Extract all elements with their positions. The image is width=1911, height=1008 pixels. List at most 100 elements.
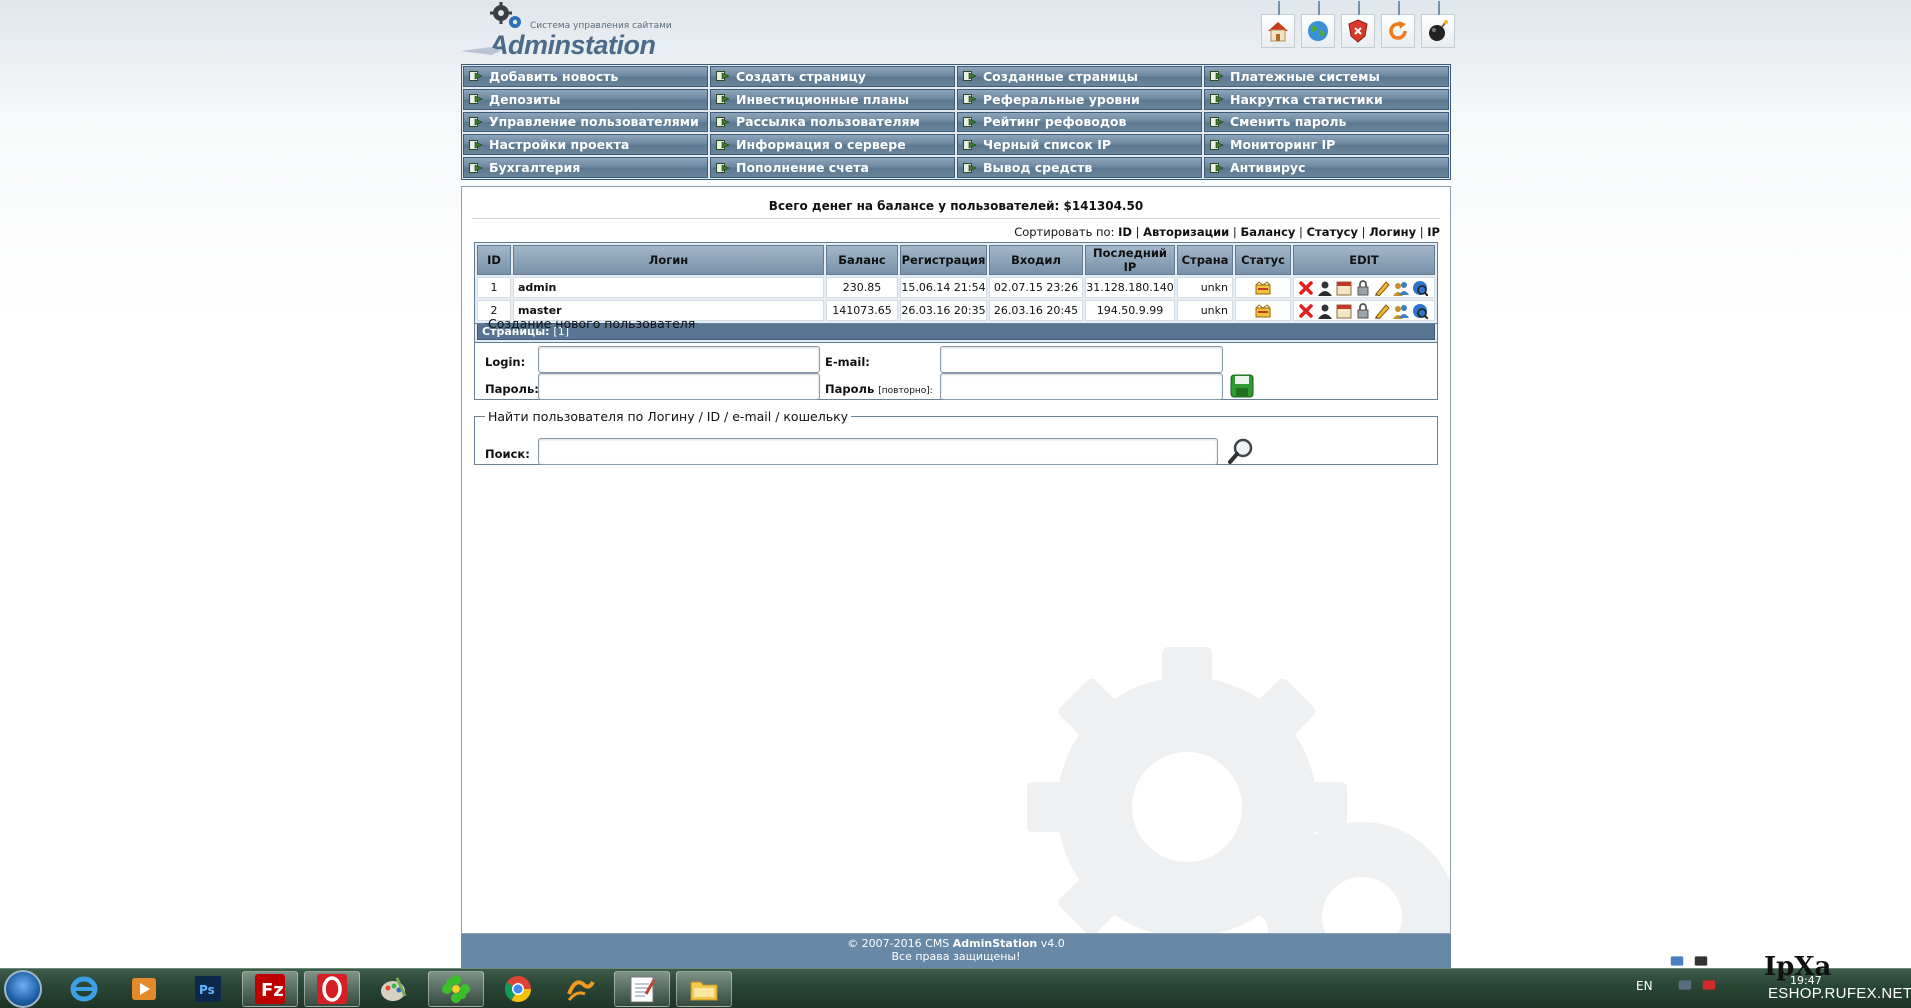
email-input[interactable] (940, 346, 1223, 373)
create-user-form: Создание нового пользователя Login: E-ma… (474, 316, 1438, 400)
password-repeat-text: Пароль (825, 382, 875, 396)
home-icon[interactable] (1261, 1, 1295, 48)
footer-rights: Все права защищены! (891, 950, 1021, 963)
sort-by-balance[interactable]: Балансу (1240, 225, 1295, 239)
menu-item[interactable]: Черный список IP (957, 134, 1202, 156)
arrow-right-icon (1210, 71, 1224, 82)
menu-item[interactable]: Депозиты (463, 88, 708, 110)
tray-monitor-icon[interactable] (1678, 979, 1692, 991)
users-icon[interactable] (1393, 280, 1409, 296)
menu-item[interactable]: Информация о сервере (710, 134, 955, 156)
photoshop-icon[interactable]: Ps (180, 971, 236, 1007)
sort-by-ip[interactable]: IP (1427, 225, 1440, 239)
logo[interactable]: Система управления сайтами Adminstation (461, 0, 681, 60)
content-panel: Всего денег на балансе у пользователей: … (461, 186, 1451, 934)
explorer-folder-icon[interactable] (676, 971, 732, 1007)
paint-icon[interactable] (366, 971, 422, 1007)
pencil-icon[interactable] (1374, 280, 1390, 296)
notepad-icon[interactable] (614, 971, 670, 1007)
arrow-right-icon (1210, 116, 1224, 127)
menu-item[interactable]: Инвестиционные планы (710, 88, 955, 110)
menu-item[interactable]: Настройки проекта (463, 134, 708, 156)
media-player-icon[interactable] (116, 971, 172, 1007)
menu-item[interactable]: Накрутка статистики (1204, 88, 1449, 110)
cell-last-login: 02.07.15 23:26 (989, 277, 1083, 298)
search-icon[interactable] (1227, 437, 1255, 465)
sort-by-login[interactable]: Логину (1369, 225, 1416, 239)
menu-item[interactable]: Антивирус (1204, 157, 1449, 178)
sort-by-id[interactable]: ID (1118, 225, 1132, 239)
arrow-right-icon (716, 71, 730, 82)
language-indicator[interactable]: EN (1636, 979, 1653, 993)
icq-icon[interactable] (428, 971, 484, 1007)
cell-login[interactable]: admin (513, 277, 824, 298)
menu-item[interactable]: Рейтинг рефоводов (957, 111, 1202, 133)
menu-item[interactable]: Добавить новость (463, 66, 708, 87)
menu-item-label: Депозиты (489, 91, 561, 107)
save-icon[interactable] (1230, 374, 1254, 398)
cell-balance: 230.85 (826, 277, 898, 298)
menu-item-label: Сменить пароль (1230, 114, 1347, 130)
menu-item[interactable]: Рассылка пользователям (710, 111, 955, 133)
calendar-icon[interactable] (1336, 280, 1352, 296)
sort-by-auth[interactable]: Авторизации (1143, 225, 1229, 239)
menu-item[interactable]: Мониторинг IP (1204, 134, 1449, 156)
menu-item[interactable]: Бухгалтерия (463, 157, 708, 178)
cell-id: 1 (477, 277, 511, 298)
login-input[interactable] (538, 346, 820, 373)
search-input[interactable] (538, 438, 1218, 465)
cell-registered: 15.06.14 21:54 (900, 277, 987, 298)
menu-item[interactable]: Вывод средств (957, 157, 1202, 178)
menu-item-label: Вывод средств (983, 160, 1093, 176)
chrome-icon[interactable] (490, 971, 546, 1007)
password-repeat-input[interactable] (940, 373, 1223, 400)
menu-item-label: Мониторинг IP (1230, 137, 1336, 153)
tray-network-icon[interactable] (1670, 955, 1684, 967)
taskbar: Ps Fz EN 19:47 (0, 956, 1911, 1008)
search-label: Поиск: (485, 447, 530, 461)
arrow-right-icon (716, 94, 730, 105)
menu-item-label: Рейтинг рефоводов (983, 114, 1127, 130)
footer: © 2007-2016 CMS AdminStation v4.0 Все пр… (461, 934, 1451, 968)
sort-by-status[interactable]: Статусу (1307, 225, 1358, 239)
refresh-icon[interactable] (1381, 1, 1415, 48)
start-button[interactable] (4, 970, 42, 1008)
divider (472, 218, 1440, 219)
footer-copyright: © 2007-2016 CMS AdminStation v4.0 (461, 937, 1451, 950)
menu-item[interactable]: Управление пользователями (463, 111, 708, 133)
menu-item[interactable]: Реферальные уровни (957, 88, 1202, 110)
shield-icon[interactable] (1341, 1, 1375, 48)
arrow-right-icon (469, 116, 483, 127)
menu-item[interactable]: Пополнение счета (710, 157, 955, 178)
internet-explorer-icon[interactable] (56, 971, 112, 1007)
opera-icon[interactable] (304, 971, 360, 1007)
menu-item-label: Накрутка статистики (1230, 91, 1383, 107)
menu-item[interactable]: Созданные страницы (957, 66, 1202, 87)
password-label: Пароль: (485, 382, 539, 396)
tray-app-icon[interactable] (1694, 955, 1708, 967)
menu-item-label: Созданные страницы (983, 68, 1138, 84)
arrow-right-icon (1210, 162, 1224, 173)
menu-item[interactable]: Платежные системы (1204, 66, 1449, 87)
ip-globe-icon[interactable] (1412, 280, 1428, 296)
tray-alert-icon[interactable] (1702, 979, 1716, 991)
lock-icon[interactable] (1355, 279, 1371, 296)
menu-item-label: Бухгалтерия (489, 160, 581, 176)
password-repeat-label: Пароль [повторно]: (825, 382, 933, 396)
winamp-icon[interactable] (552, 971, 608, 1007)
total-balance: Всего денег на балансе у пользователей: … (768, 199, 1144, 213)
delete-icon[interactable] (1298, 280, 1314, 296)
menu-item[interactable]: Сменить пароль (1204, 111, 1449, 133)
footer-product: AdminStation (952, 937, 1038, 950)
email-label: E-mail: (825, 355, 870, 369)
arrow-right-icon (716, 139, 730, 150)
menu-item-label: Реферальные уровни (983, 91, 1140, 107)
arrow-right-icon (716, 162, 730, 173)
arrow-right-icon (963, 71, 977, 82)
bomb-icon[interactable] (1421, 1, 1455, 48)
menu-item[interactable]: Создать страницу (710, 66, 955, 87)
user-icon[interactable] (1317, 280, 1333, 296)
filezilla-icon[interactable]: Fz (242, 971, 298, 1007)
globe-icon[interactable] (1301, 1, 1335, 48)
password-input[interactable] (538, 373, 820, 400)
